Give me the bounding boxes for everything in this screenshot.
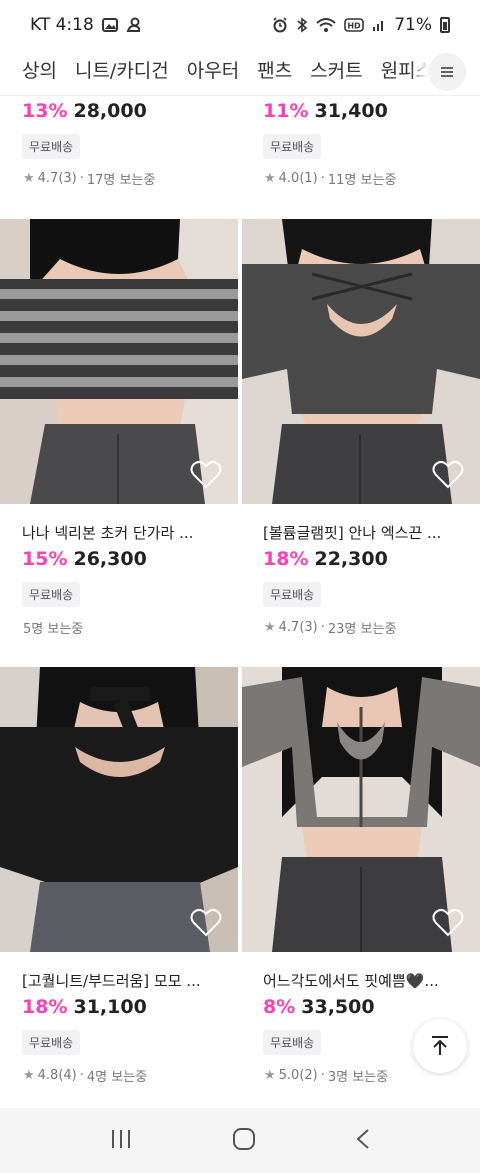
free-shipping-badge: 무료배송 (22, 582, 81, 607)
discount-rate: 18% (22, 996, 68, 1018)
arrow-up-icon (432, 1036, 448, 1055)
discount-rate: 15% (22, 548, 68, 570)
category-menu-button[interactable] (428, 53, 466, 91)
category-tab-skirt[interactable]: 스커트 (310, 56, 362, 83)
rating: 4.7(3) (37, 171, 77, 186)
rating: 4.0(1) (278, 171, 318, 186)
scroll-to-top-button[interactable] (413, 1019, 467, 1073)
star-icon: ★ (23, 1068, 35, 1083)
meta-separator: · (320, 1068, 325, 1083)
discount-rate: 11% (263, 100, 309, 122)
product-image-1[interactable] (0, 219, 238, 504)
price: 26,300 (73, 548, 147, 570)
product-title[interactable]: 어느각도에서도 핏예쁨🖤... (263, 970, 463, 991)
star-icon: ★ (23, 171, 35, 186)
category-tab-outer[interactable]: 아우터 (187, 56, 239, 83)
wishlist-heart-icon[interactable] (432, 908, 464, 938)
status-bar: KT 4:18 HD 71% (0, 0, 480, 50)
carrier-time: KT 4:18 (30, 15, 94, 35)
category-tab-pants[interactable]: 팬츠 (257, 56, 292, 83)
free-shipping-badge: 무료배송 (263, 1030, 322, 1055)
rating: 5.0(2) (278, 1068, 318, 1083)
product-card-2[interactable]: [볼륨글램핏] 안나 엑스끈 ... 18% 22,300 무료배송 ★ 4.7… (241, 504, 480, 664)
viewers-count: 17명 보는중 (86, 173, 156, 188)
wishlist-heart-icon[interactable] (190, 460, 222, 490)
meta-separator: · (320, 171, 325, 186)
discount-rate: 8% (263, 996, 296, 1018)
rating: 4.7(3) (278, 620, 318, 635)
free-shipping-badge: 무료배송 (263, 582, 322, 607)
meta-separator: · (79, 171, 84, 186)
star-icon: ★ (264, 620, 276, 635)
star-icon: ★ (264, 171, 276, 186)
system-navigation-bar (0, 1108, 480, 1173)
free-shipping-badge: 무료배송 (22, 1030, 81, 1055)
wifi-icon (316, 17, 336, 33)
category-tab-dress[interactable]: 원피스 (381, 56, 433, 83)
recent-apps-icon[interactable] (109, 1128, 133, 1154)
svg-text:HD: HD (348, 22, 362, 31)
meta-separator: · (79, 1068, 84, 1083)
battery-percent: 71% (394, 15, 432, 35)
wishlist-heart-icon[interactable] (190, 908, 222, 938)
viewers-count: 23명 보는중 (327, 622, 397, 637)
product-card-3[interactable]: [고퀄니트/부드러움] 모모 ... 18% 31,100 무료배송 ★ 4.8… (0, 952, 240, 1102)
free-shipping-badge: 무료배송 (22, 134, 81, 159)
product-card-1[interactable]: 나나 넥리본 초커 단가라 ... 15% 26,300 무료배송 5명 보는중 (0, 504, 240, 664)
bird-icon (126, 17, 142, 33)
category-nav: 상의 니트/카디건 아우터 팬츠 스커트 원피스 (0, 50, 480, 96)
viewers-count: 11명 보는중 (327, 173, 397, 188)
bluetooth-icon (296, 17, 308, 33)
price: 33,500 (301, 996, 375, 1018)
product-title[interactable]: 나나 넥리본 초커 단가라 ... (22, 522, 222, 543)
product-title[interactable]: [볼륨글램핏] 안나 엑스끈 ... (263, 522, 463, 543)
hd-icon: HD (344, 18, 365, 32)
alarm-icon (272, 17, 288, 33)
rating: 4.8(4) (37, 1068, 77, 1083)
category-tab-knit-cardigan[interactable]: 니트/카디건 (75, 56, 169, 83)
wishlist-heart-icon[interactable] (432, 460, 464, 490)
price: 31,400 (314, 100, 388, 122)
free-shipping-badge: 무료배송 (263, 134, 322, 159)
price: 22,300 (314, 548, 388, 570)
hamburger-icon (441, 67, 453, 77)
product-image-4[interactable] (242, 667, 480, 952)
product-title[interactable]: [고퀄니트/부드러움] 모모 ... (22, 970, 222, 991)
back-icon[interactable] (355, 1128, 371, 1154)
category-tab-tops[interactable]: 상의 (22, 56, 57, 83)
product-image-2[interactable] (242, 219, 480, 504)
star-icon: ★ (264, 1068, 276, 1083)
price: 31,100 (73, 996, 147, 1018)
meta-separator: · (320, 620, 325, 635)
home-icon[interactable] (232, 1127, 256, 1155)
discount-rate: 13% (22, 100, 68, 122)
product-image-3[interactable] (0, 667, 238, 952)
signal-icon (372, 18, 386, 32)
battery-icon (440, 17, 450, 33)
discount-rate: 18% (263, 548, 309, 570)
viewers-count: 4명 보는중 (86, 1070, 148, 1085)
price: 28,000 (73, 100, 147, 122)
image-icon (101, 18, 118, 32)
viewers-count: 5명 보는중 (23, 622, 84, 637)
viewers-count: 3명 보는중 (327, 1070, 389, 1085)
